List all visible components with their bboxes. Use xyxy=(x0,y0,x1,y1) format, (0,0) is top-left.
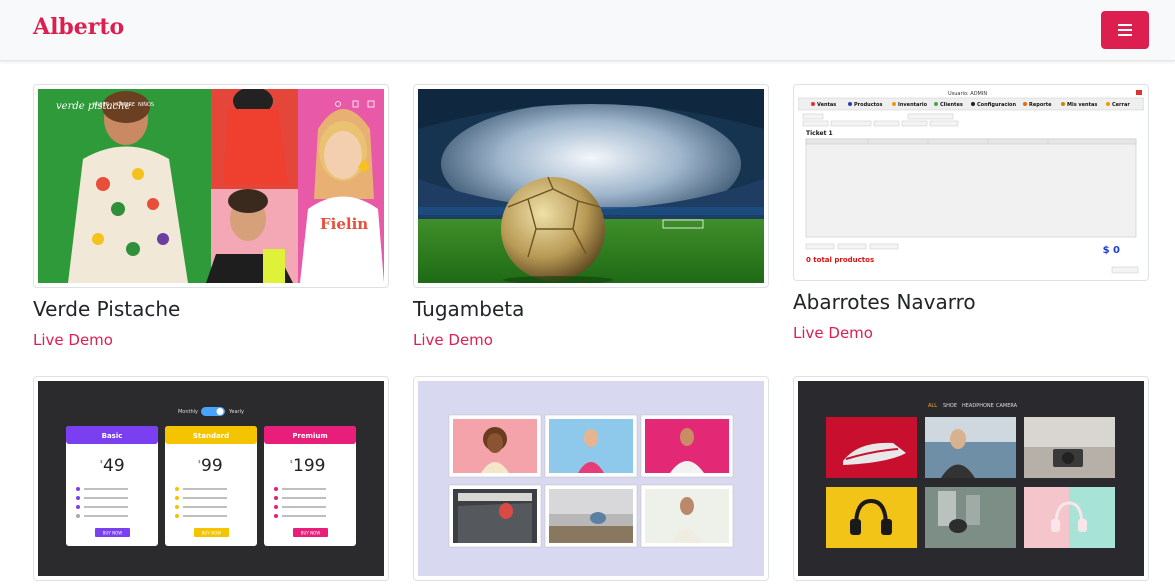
pos-tab-3: Clientes xyxy=(940,102,963,108)
live-demo-link[interactable]: Live Demo xyxy=(413,331,493,349)
product-filter-screenshot: ALL SHOE HEADPHONE CAMERA xyxy=(798,381,1144,576)
project-thumbnail[interactable]: ALL SHOE HEADPHONE CAMERA xyxy=(793,376,1149,581)
project-title: Abarrotes Navarro xyxy=(793,290,976,314)
filter-1: SHOE xyxy=(943,403,957,409)
project-thumbnail[interactable] xyxy=(413,84,769,288)
pos-tab-5: Reporte xyxy=(1029,102,1052,108)
filter-3: CAMERA xyxy=(996,403,1018,409)
plan-basic-button: BUY NOW xyxy=(103,531,123,536)
project-title: Verde Pistache xyxy=(33,297,181,321)
pos-ticket: Ticket 1 xyxy=(806,130,833,137)
photo-grid-screenshot xyxy=(418,381,764,576)
plan-standard-name: Standard xyxy=(193,432,229,440)
pos-tab-7: Cerrar xyxy=(1112,102,1130,108)
thumb-menu-1: MUJER xyxy=(93,102,110,108)
pos-tab-2: Inventario xyxy=(898,102,928,108)
plan-premium-button: BUY NOW xyxy=(301,531,321,536)
plan-standard-price: 99 xyxy=(201,456,223,476)
pos-app-screenshot: Usuario: ADMIN Ventas Productos Inventar… xyxy=(798,89,1144,276)
toggle-left-label: Monthly xyxy=(178,409,198,415)
project-thumbnail[interactable] xyxy=(413,376,769,581)
hamburger-icon xyxy=(1118,24,1132,36)
shirt-text: Fielin xyxy=(320,215,368,233)
project-thumbnail[interactable]: Fielin verde pistache MUJER HOMBRE NIÑOS xyxy=(33,84,389,288)
plan-basic-price: 49 xyxy=(103,456,125,476)
brand-link[interactable]: Alberto xyxy=(33,14,124,40)
pos-tab-0: Ventas xyxy=(817,102,836,108)
project-title: Tugambeta xyxy=(413,297,525,321)
toggle-right-label: Yearly xyxy=(228,409,244,415)
pos-total-products: 0 total productos xyxy=(806,256,874,264)
filter-2: HEADPHONE xyxy=(962,403,994,409)
navbar: Alberto xyxy=(0,0,1175,61)
plan-premium-price: 199 xyxy=(293,456,325,476)
verde-pistache-screenshot: Fielin verde pistache MUJER HOMBRE NIÑOS xyxy=(38,89,384,283)
pricing-table-screenshot: Monthly Yearly Basic $ 49 BUY NOW Standa… xyxy=(38,381,384,576)
menu-toggle-button[interactable] xyxy=(1101,11,1149,49)
live-demo-link[interactable]: Live Demo xyxy=(33,331,113,349)
pos-tab-4: Configuracion xyxy=(977,102,1016,108)
plan-basic-name: Basic xyxy=(102,432,123,440)
plan-premium-name: Premium xyxy=(292,432,327,440)
pos-total-amount: $ 0 xyxy=(1103,245,1120,256)
pos-window-title: Usuario: ADMIN xyxy=(948,91,987,97)
pos-tab-1: Productos xyxy=(854,102,882,108)
stadium-football-image xyxy=(418,89,764,283)
pos-tab-6: Mis ventas xyxy=(1067,102,1097,108)
project-thumbnail[interactable]: Monthly Yearly Basic $ 49 BUY NOW Standa… xyxy=(33,376,389,581)
filter-0: ALL xyxy=(928,403,937,409)
thumb-menu-3: NIÑOS xyxy=(138,101,154,108)
live-demo-link[interactable]: Live Demo xyxy=(793,324,873,342)
project-thumbnail[interactable]: Usuario: ADMIN Ventas Productos Inventar… xyxy=(793,84,1149,281)
plan-standard-button: BUY NOW xyxy=(202,531,222,536)
thumb-menu-2: HOMBRE xyxy=(113,102,135,108)
